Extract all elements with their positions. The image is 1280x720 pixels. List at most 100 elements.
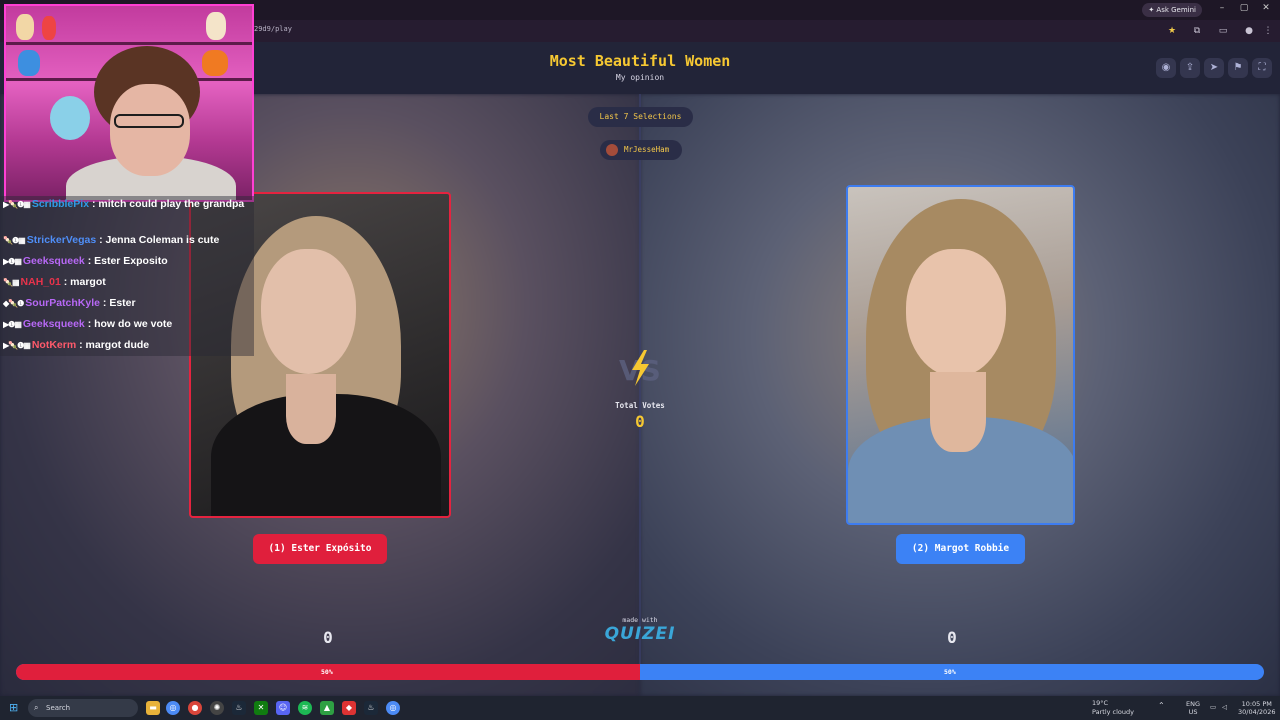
minimize-button[interactable]: – [1216, 3, 1228, 13]
chat-text: : Ester Exposito [87, 255, 168, 267]
app-icon[interactable]: ◆ [342, 701, 356, 715]
chat-text: : Jenna Coleman is cute [99, 234, 220, 246]
figurine [42, 16, 56, 40]
portrait-face [906, 249, 1006, 377]
chat-username[interactable]: Geeksqueek [23, 318, 85, 330]
chat-badges: ▶🍡❶▦ [3, 200, 31, 209]
clock-time: 10:05 PM [1241, 700, 1272, 708]
flag-icon[interactable]: ⚑ [1228, 58, 1248, 78]
figurine [206, 12, 226, 40]
cast-icon[interactable]: ▭ [1217, 25, 1229, 37]
taskbar-search-label: Search [46, 704, 71, 712]
menu-kebab-icon[interactable]: ⋮ [1262, 25, 1274, 37]
score-right: 0 [947, 628, 957, 647]
send-icon[interactable]: ➤ [1204, 58, 1224, 78]
tray-chevron-icon[interactable]: ⌃ [1158, 702, 1165, 710]
portrait-neck [930, 372, 986, 452]
chat-text: : how do we vote [87, 318, 173, 330]
chat-username[interactable]: ScribblePix [32, 198, 89, 210]
steam-icon[interactable]: ♨ [364, 701, 378, 715]
search-icon: ⌕ [34, 703, 39, 712]
chat-message: ◆🍡❶ SourPatchKyle : Ester [3, 297, 253, 309]
streamer-webcam [4, 4, 254, 202]
chat-username[interactable]: NotKerm [32, 339, 76, 351]
plush-toy [50, 96, 90, 140]
chat-username[interactable]: NAH_01 [21, 276, 61, 288]
spotify-icon[interactable]: ≋ [298, 701, 312, 715]
close-button[interactable]: ✕ [1260, 3, 1272, 13]
chat-badges: ▶❶▦ [3, 320, 22, 329]
chat-message: ▶❶▦ Geeksqueek : how do we vote [3, 318, 253, 330]
clock-date: 30/04/2026 [1238, 708, 1276, 716]
chat-username[interactable]: Geeksqueek [23, 255, 85, 267]
chat-message: ▶🍡❶▦ NotKerm : margot dude [3, 339, 253, 351]
share-icon[interactable]: ⇪ [1180, 58, 1200, 78]
maximize-button[interactable]: ▢ [1238, 3, 1250, 13]
file-explorer-icon[interactable]: ▬ [146, 701, 160, 715]
screen: ✦ Ask Gemini – ▢ ✕ 29d9/play ★ ⧉ ▭ ● ⋮ M… [0, 0, 1280, 720]
portrait-neck [286, 374, 336, 444]
weather-widget[interactable]: 19°C Partly cloudy [1076, 699, 1134, 717]
profile-avatar-icon[interactable]: ● [1243, 25, 1255, 37]
chrome-icon[interactable]: ◎ [166, 701, 180, 715]
vote-left-button[interactable]: (1) Ester Expósito [253, 534, 387, 564]
network-icon[interactable]: ▭ [1210, 703, 1216, 711]
figurine [18, 50, 40, 76]
bookmark-star-icon[interactable]: ★ [1166, 25, 1178, 37]
lang-code: ENG [1186, 700, 1201, 708]
shelf [6, 42, 252, 45]
chat-badges: ◆🍡❶ [3, 299, 24, 308]
chat-badges: 🍡❶▦ [3, 236, 26, 245]
weather-desc: Partly cloudy [1092, 708, 1134, 716]
chat-username[interactable]: SourPatchKyle [25, 297, 100, 309]
streamer-face [110, 84, 190, 176]
chat-text: : margot dude [79, 339, 150, 351]
eye-icon[interactable]: ◉ [1156, 58, 1176, 78]
clock[interactable]: 10:05 PM 30/04/2026 [1238, 700, 1275, 716]
volume-icon[interactable]: ◁ [1222, 703, 1227, 711]
chat-message: ▶🍡❶▦ ScribblePix : mitch could play the g… [3, 196, 253, 232]
ask-gemini-button[interactable]: ✦ Ask Gemini [1142, 3, 1202, 17]
total-votes-label: Total Votes [615, 401, 665, 410]
made-with-label: made with [622, 616, 658, 624]
taskbar-search[interactable]: ⌕ Search [28, 699, 138, 717]
xbox-icon[interactable]: ✕ [254, 701, 268, 715]
chat-badges: ▶🍡❶▦ [3, 341, 31, 350]
openai-icon[interactable]: ✺ [210, 701, 224, 715]
chat-message: 🍡❶▦ StrickerVegas : Jenna Coleman is cute [3, 234, 253, 246]
region-code: US [1188, 708, 1198, 716]
steam-icon[interactable]: ♨ [232, 701, 246, 715]
chat-text: : mitch could play the grandpa [91, 198, 245, 210]
chat-username[interactable]: StrickerVegas [27, 234, 96, 246]
portrait-face [261, 249, 356, 374]
contestant-right-card[interactable] [846, 185, 1075, 525]
url-text[interactable]: 29d9/play [254, 25, 292, 33]
chat-message: ▶❶▦ Geeksqueek : Ester Exposito [3, 255, 253, 267]
language-indicator[interactable]: ENG US [1186, 700, 1200, 716]
chrome-icon[interactable]: ◎ [386, 701, 400, 715]
stream-chat: ▶🍡❶▦ ScribblePix : mitch could play the g… [0, 196, 254, 356]
chat-badges: ▶❶▦ [3, 257, 22, 266]
chat-text: : margot [63, 276, 106, 288]
selector-user-chip: MrJesseHam [600, 140, 682, 160]
extensions-icon[interactable]: ⧉ [1191, 25, 1203, 37]
weather-temp: 19°C [1092, 699, 1109, 707]
windows-start-icon[interactable]: ⊞ [9, 701, 18, 714]
selector-username: MrJesseHam [624, 145, 670, 154]
figurine [202, 50, 228, 76]
chat-message: 🍡▦ NAH_01 : margot [3, 276, 253, 288]
fullscreen-icon[interactable]: ⛶ [1252, 58, 1272, 78]
last-selections-button[interactable]: Last 7 Selections [588, 107, 693, 127]
app-icon[interactable]: ● [188, 701, 202, 715]
avatar [606, 144, 618, 156]
windows-taskbar: ⊞ ⌕ Search ▬ ◎ ● ✺ ♨ ✕ ☺ ≋ ▲ ◆ ♨ ◎ 19°C … [0, 696, 1280, 720]
chat-badges: 🍡▦ [3, 278, 20, 287]
app-icon[interactable]: ▲ [320, 701, 334, 715]
vote-right-button[interactable]: (2) Margot Robbie [896, 534, 1025, 564]
quizei-logo[interactable]: QUIZEI [600, 624, 680, 644]
percent-left: 50% [321, 668, 333, 676]
vote-progress-bar: 50% 50% [16, 664, 1264, 680]
total-votes-value: 0 [635, 412, 645, 431]
percent-right: 50% [944, 668, 956, 676]
discord-icon[interactable]: ☺ [276, 701, 290, 715]
